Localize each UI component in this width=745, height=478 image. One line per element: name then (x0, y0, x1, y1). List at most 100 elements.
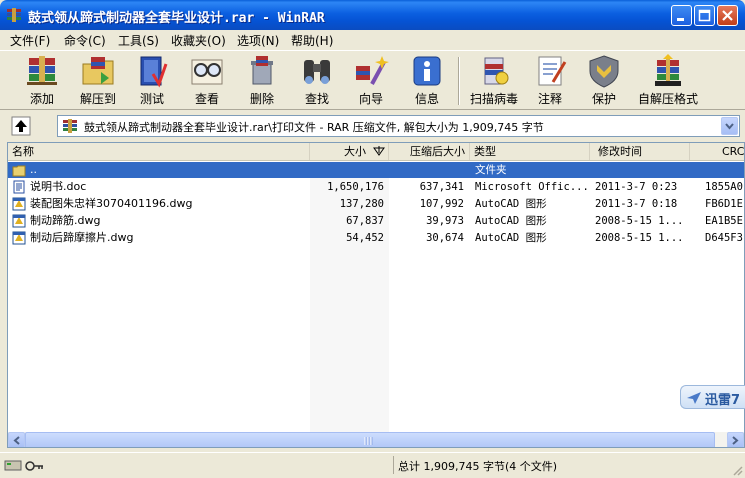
file-packed-size (389, 162, 464, 178)
column-crc-label: CRC (722, 145, 745, 158)
virus-scan-label: 扫描病毒 (469, 92, 518, 106)
delete-label: 删除 (249, 92, 274, 106)
wizard-icon (356, 56, 389, 85)
file-modified: 2011-3-7 0:18 (595, 198, 678, 210)
delete-icon (251, 56, 273, 85)
binoculars-find-icon (304, 60, 330, 84)
sort-down-icon (373, 146, 385, 156)
comment-button[interactable]: 注释 (530, 54, 570, 108)
menu-tools[interactable]: 工具(S) (118, 32, 159, 49)
folder-up-icon (12, 165, 26, 177)
comment-label: 注释 (537, 92, 562, 106)
winrar-app-icon (7, 8, 21, 22)
archive-icon (63, 119, 77, 133)
toolbar: 添加 解压到 测试 查看 删除 查找 向导 信息 扫描病毒 注释 保护 自解压格… (0, 50, 745, 110)
status-bar: 总计 1,909,745 字节(4 个文件) (0, 452, 745, 478)
resize-grip-icon[interactable] (731, 464, 743, 476)
folder-extract-icon (82, 57, 114, 85)
horizontal-scrollbar[interactable] (8, 432, 744, 447)
address-bar: 鼓式领从蹄式制动器全套毕业设计.rar\打印文件 - RAR 压缩文件, 解包大… (0, 112, 745, 140)
column-size[interactable]: 大小 (310, 143, 389, 160)
view-button[interactable]: 查看 (186, 54, 228, 108)
file-crc (705, 162, 744, 178)
file-packed-size: 637,341 (419, 181, 464, 193)
status-divider (393, 456, 394, 474)
address-path: 鼓式领从蹄式制动器全套毕业设计.rar\打印文件 - RAR 压缩文件, 解包大… (84, 121, 544, 134)
file-size: 137,280 (339, 198, 384, 210)
add-button[interactable]: 添加 (20, 54, 64, 108)
find-button[interactable]: 查找 (296, 54, 338, 108)
close-icon (722, 10, 733, 21)
xunlei-label: 迅雷7 (705, 393, 741, 408)
up-folder-button[interactable] (8, 116, 36, 136)
menu-help[interactable]: 帮助(H) (291, 32, 333, 49)
file-crc: EA1B5E (705, 215, 743, 227)
up-arrow-icon (11, 116, 31, 136)
file-crc: FB6D1E (705, 198, 743, 210)
grip-icon (364, 437, 373, 445)
file-name: 制动后蹄摩擦片.dwg (30, 231, 134, 244)
table-row[interactable]: 装配图朱忠祥3070401196.dwg 137,280 107,992 AutoCA… (8, 196, 744, 212)
scroll-right-button[interactable] (727, 432, 744, 447)
test-book-icon (140, 56, 168, 88)
close-button[interactable] (717, 5, 738, 26)
menu-commands[interactable]: 命令(C) (64, 32, 106, 49)
address-dropdown-button[interactable] (721, 117, 738, 135)
column-name[interactable]: 名称 (8, 143, 310, 160)
sfx-button[interactable]: 自解压格式 (636, 54, 700, 108)
table-row[interactable]: 制动蹄筋.dwg 67,837 39,973 AutoCAD 图形 2008-5-15 … (8, 213, 744, 229)
file-name: 制动蹄筋.dwg (30, 214, 101, 227)
column-type[interactable]: 类型 (470, 143, 590, 160)
column-packed[interactable]: 压缩后大小 (389, 143, 470, 160)
info-label: 信息 (414, 92, 439, 106)
extract-to-label: 解压到 (79, 92, 116, 106)
file-type: 文件夹 (475, 164, 507, 176)
menu-options[interactable]: 选项(N) (237, 32, 279, 49)
list-header: 名称 大小 压缩后大小 类型 修改时间 CRC (8, 143, 745, 161)
file-size: 67,837 (346, 215, 384, 227)
file-packed-size: 30,674 (426, 232, 464, 244)
table-row[interactable]: 说明书.doc 1,650,176 637,341 Microsoft Offic..… (8, 179, 744, 195)
chevron-left-icon (13, 436, 20, 445)
dwg-file-icon (12, 231, 26, 245)
scroll-left-button[interactable] (8, 432, 25, 447)
file-size: 54,452 (346, 232, 384, 244)
glasses-view-icon (191, 59, 223, 85)
delete-button[interactable]: 删除 (242, 54, 282, 108)
virus-scan-button[interactable]: 扫描病毒 (466, 54, 522, 108)
file-packed-size: 39,973 (426, 215, 464, 227)
column-packed-label: 压缩后大小 (410, 145, 465, 158)
column-name-label: 名称 (12, 145, 34, 158)
file-modified: 2011-3-7 0:23 (595, 181, 678, 193)
protect-button[interactable]: 保护 (584, 54, 624, 108)
comment-icon (538, 56, 567, 86)
bird-icon (687, 392, 701, 404)
xunlei-badge[interactable]: 迅雷7 (680, 385, 745, 409)
dwg-file-icon (12, 197, 26, 211)
file-list[interactable]: 名称 大小 压缩后大小 类型 修改时间 CRC .. 文件夹 说明书.doc 1,65… (7, 142, 745, 448)
test-label: 测试 (139, 92, 164, 106)
file-modified: 2008-5-15 1... (595, 215, 684, 227)
table-row[interactable]: .. 文件夹 (8, 162, 744, 178)
file-type: AutoCAD 图形 (475, 232, 547, 244)
wizard-button[interactable]: 向导 (350, 54, 392, 108)
column-modified[interactable]: 修改时间 (590, 143, 690, 160)
menu-favorites[interactable]: 收藏夹(O) (171, 32, 226, 49)
books-add-icon (27, 56, 57, 85)
scroll-thumb[interactable] (25, 432, 715, 447)
table-row[interactable]: 制动后蹄摩擦片.dwg 54,452 30,674 AutoCAD 图形 2008-5-… (8, 230, 744, 246)
status-summary: 总计 1,909,745 字节(4 个文件) (398, 460, 558, 473)
title-bar[interactable]: 鼓式领从蹄式制动器全套毕业设计.rar - WinRAR (0, 0, 745, 30)
add-label: 添加 (29, 92, 54, 106)
column-crc[interactable]: CRC (690, 143, 745, 160)
shield-protect-icon (589, 55, 619, 88)
test-button[interactable]: 测试 (132, 54, 172, 108)
menu-file[interactable]: 文件(F) (10, 32, 50, 49)
extract-to-button[interactable]: 解压到 (76, 54, 120, 108)
address-combo[interactable]: 鼓式领从蹄式制动器全套毕业设计.rar\打印文件 - RAR 压缩文件, 解包大… (57, 115, 740, 137)
chevron-right-icon (732, 436, 739, 445)
maximize-button[interactable] (694, 5, 715, 26)
chevron-down-icon (725, 123, 734, 130)
minimize-button[interactable] (671, 5, 692, 26)
info-button[interactable]: 信息 (406, 54, 448, 108)
